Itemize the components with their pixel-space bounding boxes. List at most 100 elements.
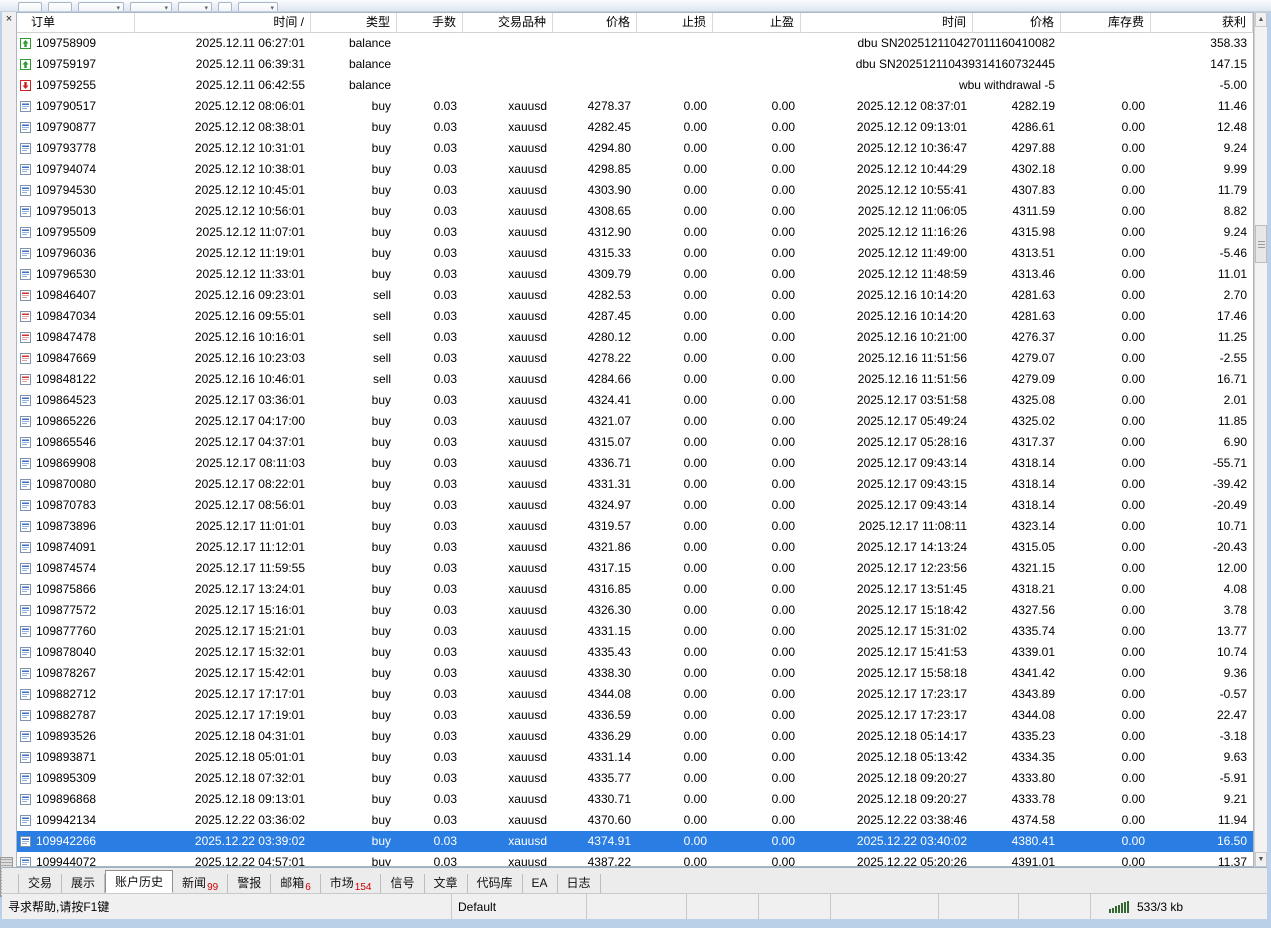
- column-header-sl[interactable]: 止损: [637, 13, 713, 33]
- scrollbar-track[interactable]: [1255, 27, 1267, 852]
- order-number: 109874091: [36, 540, 97, 554]
- column-header-price[interactable]: 价格: [553, 13, 637, 33]
- table-row[interactable]: 109878040 2025.12.17 15:32:01 buy 0.03 xauus…: [17, 642, 1253, 663]
- tab-signals[interactable]: 信号: [381, 874, 425, 893]
- table-row[interactable]: 109790517 2025.12.12 08:06:01 buy 0.03 xauus…: [17, 96, 1253, 117]
- scroll-down-button[interactable]: ▼: [1255, 852, 1267, 867]
- tab-ea[interactable]: EA: [523, 874, 558, 893]
- order-cell: 109790517: [17, 96, 135, 117]
- lots-cell: 0.03: [433, 834, 457, 848]
- table-row[interactable]: 109865226 2025.12.17 04:17:00 buy 0.03 xauus…: [17, 411, 1253, 432]
- toolbar-fragment[interactable]: [18, 2, 42, 11]
- status-cell: [939, 894, 1019, 919]
- table-row[interactable]: 109896868 2025.12.18 09:13:01 buy 0.03 xauus…: [17, 789, 1253, 810]
- toolbar-fragment[interactable]: [218, 2, 232, 11]
- table-row[interactable]: 109875866 2025.12.17 13:24:01 buy 0.03 xauus…: [17, 579, 1253, 600]
- table-row[interactable]: 109874574 2025.12.17 11:59:55 buy 0.03 xauus…: [17, 558, 1253, 579]
- take-profit-cell: 0.00: [771, 834, 795, 848]
- order-cell: 109790877: [17, 117, 135, 138]
- table-row[interactable]: 109870783 2025.12.17 08:56:01 buy 0.03 xauus…: [17, 495, 1253, 516]
- close-time-cell: 2025.12.17 05:28:16: [856, 435, 967, 449]
- table-row[interactable]: 109870080 2025.12.17 08:22:01 buy 0.03 xauus…: [17, 474, 1253, 495]
- table-row[interactable]: 109847669 2025.12.16 10:23:03 sell 0.03 xauu…: [17, 348, 1253, 369]
- table-row[interactable]: 109893871 2025.12.18 05:01:01 buy 0.03 xauus…: [17, 747, 1253, 768]
- tab-mailbox[interactable]: 邮箱6: [271, 874, 321, 893]
- column-header-tp[interactable]: 止盈: [713, 13, 801, 33]
- column-header-order[interactable]: 订单: [17, 13, 135, 33]
- table-row[interactable]: 109874091 2025.12.17 11:12:01 buy 0.03 xauus…: [17, 537, 1253, 558]
- table-row[interactable]: 109942134 2025.12.22 03:36:02 buy 0.03 xauus…: [17, 810, 1253, 831]
- table-row[interactable]: 109893526 2025.12.18 04:31:01 buy 0.03 xauus…: [17, 726, 1253, 747]
- table-row[interactable]: 109796530 2025.12.12 11:33:01 buy 0.03 xauus…: [17, 264, 1253, 285]
- column-header-open_time[interactable]: 时间 /: [135, 13, 311, 33]
- tab-trade[interactable]: 交易: [18, 874, 63, 893]
- tab-news[interactable]: 新闻99: [173, 874, 229, 893]
- type-cell: buy: [371, 414, 391, 428]
- open-price-cell: 4280.12: [587, 330, 631, 344]
- take-profit-cell: 0.00: [771, 141, 795, 155]
- tab-codebase[interactable]: 代码库: [468, 874, 523, 893]
- column-header-close_time[interactable]: 时间: [801, 13, 973, 33]
- table-row[interactable]: 109847034 2025.12.16 09:55:01 sell 0.03 xauu…: [17, 306, 1253, 327]
- table-row[interactable]: 109895309 2025.12.18 07:32:01 buy 0.03 xauus…: [17, 768, 1253, 789]
- status-profile[interactable]: Default: [452, 894, 587, 919]
- take-profit-cell: 0.00: [771, 351, 795, 365]
- column-header-lots[interactable]: 手数: [397, 13, 463, 33]
- table-row[interactable]: 109793778 2025.12.12 10:31:01 buy 0.03 xauus…: [17, 138, 1253, 159]
- tab-articles[interactable]: 文章: [425, 874, 468, 893]
- vertical-scrollbar[interactable]: ▲ ▼: [1254, 12, 1267, 867]
- tab-market[interactable]: 市场154: [321, 874, 382, 893]
- column-header-type[interactable]: 类型: [311, 13, 397, 33]
- table-row[interactable]: 109877572 2025.12.17 15:16:01 buy 0.03 xauus…: [17, 600, 1253, 621]
- tab-journal[interactable]: 日志: [558, 874, 601, 893]
- open-price-cell: 4387.22: [587, 855, 631, 866]
- table-row[interactable]: 109795013 2025.12.12 10:56:01 buy 0.03 xauus…: [17, 201, 1253, 222]
- table-row[interactable]: 109877760 2025.12.17 15:21:01 buy 0.03 xauus…: [17, 621, 1253, 642]
- close-time-cell: 2025.12.17 13:51:45: [856, 582, 967, 596]
- swap-cell: 0.00: [1121, 99, 1145, 113]
- table-row[interactable]: 109873896 2025.12.17 11:01:01 buy 0.03 xauus…: [17, 516, 1253, 537]
- toolbar-fragment[interactable]: [48, 2, 72, 11]
- table-row[interactable]: 109759255 2025.12.11 06:42:55 balance wbu w…: [17, 75, 1253, 96]
- close-price-cell: 4313.46: [1011, 267, 1055, 281]
- table-row[interactable]: 109865546 2025.12.17 04:37:01 buy 0.03 xauus…: [17, 432, 1253, 453]
- table-row[interactable]: 109848122 2025.12.16 10:46:01 sell 0.03 xauu…: [17, 369, 1253, 390]
- table-row[interactable]: 109944072 2025.12.22 04:57:01 buy 0.03 xauus…: [17, 852, 1253, 866]
- table-row[interactable]: 109790877 2025.12.12 08:38:01 buy 0.03 xauus…: [17, 117, 1253, 138]
- table-row[interactable]: 109878267 2025.12.17 15:42:01 buy 0.03 xauus…: [17, 663, 1253, 684]
- table-row[interactable]: 109794530 2025.12.12 10:45:01 buy 0.03 xauus…: [17, 180, 1253, 201]
- table-row[interactable]: 109794074 2025.12.12 10:38:01 buy 0.03 xauus…: [17, 159, 1253, 180]
- tab-account-history[interactable]: 账户历史: [105, 870, 174, 893]
- table-row[interactable]: 109847478 2025.12.16 10:16:01 sell 0.03 xauu…: [17, 327, 1253, 348]
- table-row[interactable]: 109882712 2025.12.17 17:17:01 buy 0.03 xauus…: [17, 684, 1253, 705]
- symbol-cell: xauusd: [508, 645, 547, 659]
- tab-alerts[interactable]: 警报: [228, 874, 272, 893]
- tab-exposure[interactable]: 展示: [62, 874, 106, 893]
- scrollbar-thumb[interactable]: [1255, 225, 1267, 263]
- column-header-profit[interactable]: 获利: [1151, 13, 1253, 33]
- table-row[interactable]: 109846407 2025.12.16 09:23:01 sell 0.03 xauu…: [17, 285, 1253, 306]
- table-row[interactable]: 109796036 2025.12.12 11:19:01 buy 0.03 xauus…: [17, 243, 1253, 264]
- table-row[interactable]: 109869908 2025.12.17 08:11:03 buy 0.03 xauus…: [17, 453, 1253, 474]
- toolbar-dropdown-fragment[interactable]: ▾: [130, 2, 172, 11]
- column-header-swap[interactable]: 库存费: [1061, 13, 1151, 33]
- table-row[interactable]: 109882787 2025.12.17 17:19:01 buy 0.03 xauus…: [17, 705, 1253, 726]
- column-header-symbol[interactable]: 交易品种: [463, 13, 553, 33]
- close-panel-button[interactable]: ×: [3, 13, 15, 26]
- table-row[interactable]: 109759197 2025.12.11 06:39:31 balance dbu S…: [17, 54, 1253, 75]
- lots-cell: 0.03: [433, 330, 457, 344]
- toolbar-dropdown-fragment[interactable]: ▾: [178, 2, 212, 11]
- buy-icon: [20, 101, 31, 112]
- table-row[interactable]: 109942266 2025.12.22 03:39:02 buy 0.03 xauus…: [17, 831, 1253, 852]
- table-row[interactable]: 109795509 2025.12.12 11:07:01 buy 0.03 xauus…: [17, 222, 1253, 243]
- table-row[interactable]: 109758909 2025.12.11 06:27:01 balance dbu S…: [17, 33, 1253, 54]
- scroll-up-button[interactable]: ▲: [1255, 12, 1267, 27]
- type-cell: buy: [371, 456, 391, 470]
- profit-cell: -0.57: [1219, 687, 1247, 701]
- swap-cell: 0.00: [1121, 330, 1145, 344]
- type-cell: balance: [348, 78, 391, 92]
- column-header-close_price[interactable]: 价格: [973, 13, 1061, 33]
- toolbar-dropdown-fragment[interactable]: ▾: [238, 2, 278, 11]
- table-row[interactable]: 109864523 2025.12.17 03:36:01 buy 0.03 xauus…: [17, 390, 1253, 411]
- toolbar-dropdown-fragment[interactable]: ▾: [78, 2, 124, 11]
